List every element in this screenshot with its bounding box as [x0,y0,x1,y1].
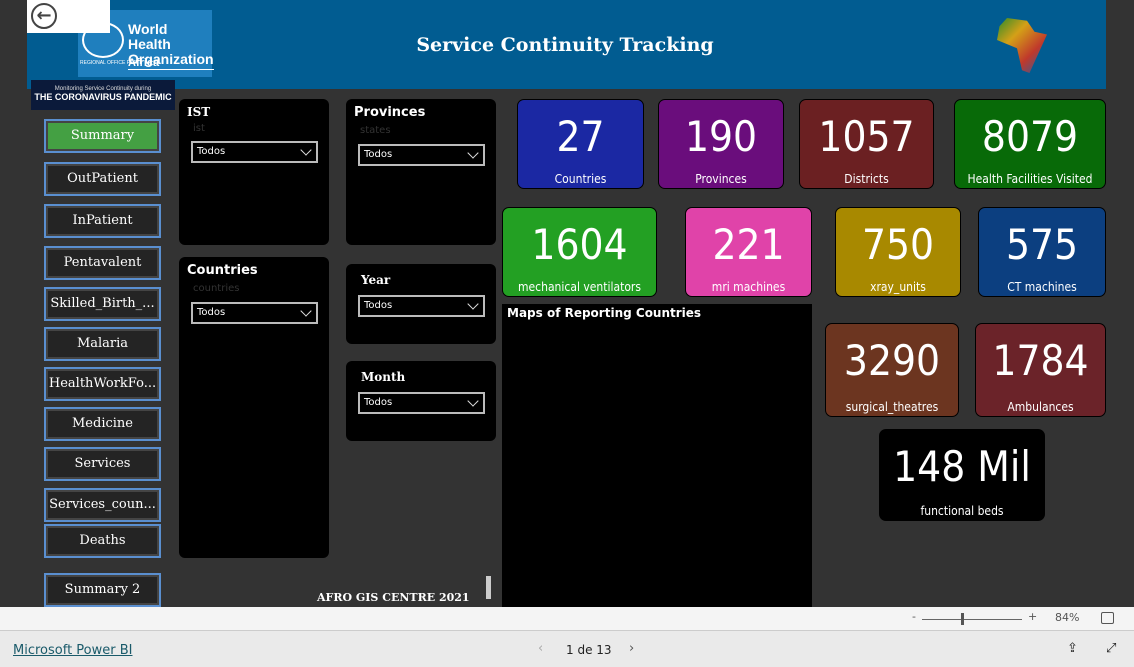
pandemic-banner: Monitoring Service Continuity during THE… [31,80,175,110]
nav-skilled-birth[interactable]: Skilled_Birth_... [44,287,161,321]
power-bi-link[interactable]: Microsoft Power BI [13,643,132,658]
slicer-countries: Countries countries Todos [179,257,329,558]
provinces-dropdown[interactable]: Todos [358,144,485,166]
kpi-card-ct-machines: 575 CT machines [978,207,1106,297]
month-dropdown[interactable]: Todos [358,392,485,414]
fit-to-page-icon[interactable] [1101,612,1114,624]
kpi-card-surgical-theatres: 3290 surgical_theatres [825,323,959,417]
reporting-countries-map[interactable]: Maps of Reporting Countries [502,304,812,607]
nav-summary[interactable]: Summary [44,119,161,153]
nav-inpatient[interactable]: InPatient [44,204,161,238]
chevron-down-icon [467,298,479,310]
zoom-level: 84% [1055,611,1080,624]
chevron-down-icon [300,144,312,156]
nav-pentavalent[interactable]: Pentavalent [44,246,161,280]
ist-dropdown[interactable]: Todos [191,141,318,163]
kpi-value: 190 [684,112,758,161]
kpi-card-health-facilities-visited: 8079 Health Facilities Visited [954,99,1106,189]
kpi-label: surgical_theatres [845,400,939,414]
nav-outpatient[interactable]: OutPatient [44,162,161,196]
kpi-value: 148 Mil [893,442,1031,491]
nav-services-coun[interactable]: Services_coun... [44,488,161,522]
nav-medicine[interactable]: Medicine [44,407,161,441]
prev-page-icon[interactable]: ‹ [538,641,543,656]
kpi-value: 27 [556,112,605,161]
zoom-in-button[interactable]: + [1028,610,1037,623]
kpi-label: mechanical ventilators [518,280,641,294]
kpi-card-mechanical-ventilators: 1604 mechanical ventilators [502,207,657,297]
kpi-label: xray_units [870,280,926,294]
nav-summary-2[interactable]: Summary 2 [44,573,161,607]
year-dropdown[interactable]: Todos [358,295,485,317]
kpi-label: Districts [844,172,889,186]
kpi-value: 8079 [981,112,1079,161]
kpi-card-ambulances: 1784 Ambulances [975,323,1106,417]
arrow-left-icon: ← [31,3,57,29]
kpi-card-countries: 27 Countries [517,99,644,189]
slicer-ist: IST ist Todos [179,99,329,245]
kpi-value: 3290 [843,336,941,385]
kpi-card-functional-beds: 148 Mil functional beds [879,429,1045,521]
chevron-down-icon [300,305,312,317]
kpi-value: 575 [1005,220,1079,269]
fullscreen-icon[interactable]: ⤢ [1106,641,1116,656]
kpi-label: Provinces [695,172,747,186]
zoom-slider[interactable] [922,619,1022,620]
credit-text: AFRO GIS CENTRE 2021 [317,591,470,604]
kpi-card-mri-machines: 221 mri machines [685,207,812,297]
kpi-label: Health Facilities Visited [967,172,1093,186]
nav-services[interactable]: Services [44,447,161,481]
next-page-icon[interactable]: › [629,641,634,656]
back-button[interactable]: ← [27,0,110,33]
kpi-label: Countries [554,172,607,186]
countries-dropdown[interactable]: Todos [191,302,318,324]
kpi-card-provinces: 190 Provinces [658,99,784,189]
kpi-label: functional beds [920,504,1004,518]
chevron-down-icon [467,147,479,159]
kpi-card-districts: 1057 Districts [799,99,934,189]
slicer-provinces: Provinces states Todos [346,99,496,245]
slicer-month: Month Todos [346,361,496,441]
share-icon[interactable]: ⇪ [1067,641,1078,656]
zoom-out-button[interactable]: - [912,610,916,623]
scrollbar[interactable] [486,576,491,599]
zoom-slider-handle[interactable] [961,613,964,625]
zoom-bar: - + 84% [0,607,1134,631]
kpi-label: mri machines [711,280,786,294]
page-title: Service Continuity Tracking [416,34,714,56]
page-indicator: 1 de 13 [566,643,612,657]
kpi-value: 1784 [992,336,1089,385]
nav-healthworkfo[interactable]: HealthWorkFo... [44,367,161,401]
nav-deaths[interactable]: Deaths [44,524,161,558]
kpi-label: CT machines [1007,280,1077,294]
slicer-year: Year Todos [346,264,496,344]
kpi-card-xray-units: 750 xray_units [835,207,961,297]
kpi-value: 1057 [818,112,915,161]
nav-malaria[interactable]: Malaria [44,327,161,361]
footer: Microsoft Power BI ‹ 1 de 13 › ⇪ ⤢ [0,631,1134,667]
kpi-label: Ambulances [1007,400,1074,414]
kpi-value: 750 [861,220,935,269]
kpi-value: 1604 [531,220,628,269]
chevron-down-icon [467,395,479,407]
kpi-value: 221 [712,220,785,269]
